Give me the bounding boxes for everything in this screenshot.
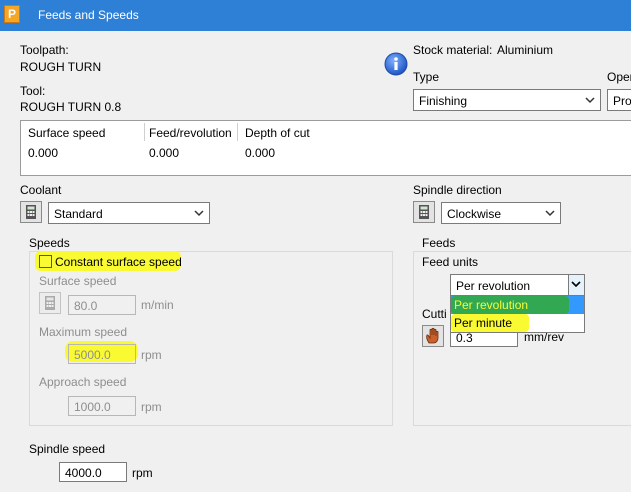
window-title: Feeds and Speeds: [38, 8, 139, 22]
surface-speed-calculator-button: [39, 292, 61, 314]
calculator-icon: [26, 205, 36, 219]
app-icon: P: [4, 5, 20, 23]
spindle-direction-select[interactable]: Clockwise: [441, 202, 561, 224]
maximum-speed-input: 5000.0: [68, 344, 136, 364]
approach-speed-label: Approach speed: [39, 375, 127, 389]
dropdown-button[interactable]: [568, 275, 584, 295]
spindle-direction-label: Spindle direction: [413, 183, 502, 197]
surface-speed-input: 80.0: [68, 295, 136, 315]
coolant-calculator-button[interactable]: [20, 201, 42, 223]
speeds-title: Speeds: [29, 236, 70, 250]
operation-select-value: Prof: [613, 94, 631, 108]
feed-units-select[interactable]: Per revolution: [450, 274, 585, 296]
title-bar[interactable]: P Feeds and Speeds: [0, 0, 631, 31]
table-header: Surface speed: [28, 126, 106, 140]
operation-label: Oper: [607, 70, 631, 84]
stock-material-label: Stock material:: [413, 43, 493, 57]
spindle-speed-label: Spindle speed: [29, 442, 106, 456]
constant-surface-speed-checkbox[interactable]: [39, 255, 52, 268]
feed-units-value: Per revolution: [456, 279, 531, 293]
approach-speed-input: 1000.0: [68, 396, 136, 416]
coolant-select[interactable]: Standard: [48, 202, 210, 224]
surface-speed-unit: m/min: [141, 298, 174, 312]
feed-units-label: Feed units: [422, 255, 479, 269]
feeds-title: Feeds: [422, 236, 456, 250]
calculator-icon: [419, 205, 429, 219]
table-cell[interactable]: 0.000: [245, 146, 275, 160]
approach-speed-unit: rpm: [141, 400, 162, 414]
constant-surface-speed-label[interactable]: Constant surface speed: [55, 255, 182, 269]
option-label: Per revolution: [454, 298, 529, 312]
coolant-select-value: Standard: [54, 207, 103, 221]
option-label: Per minute: [454, 316, 513, 330]
table-cell[interactable]: 0.000: [149, 146, 179, 160]
cutting-feed-button[interactable]: [422, 325, 444, 347]
cutting-feed-label: Cutti: [422, 307, 447, 321]
coolant-label: Coolant: [20, 183, 62, 197]
toolpath-label: Toolpath:: [20, 43, 69, 57]
maximum-speed-label: Maximum speed: [39, 325, 128, 339]
info-icon: [384, 52, 408, 76]
spindle-direction-calculator-button[interactable]: [413, 201, 435, 223]
chevron-down-icon: [571, 281, 581, 288]
table-header: Depth of cut: [245, 126, 310, 140]
dropdown-option-per-minute[interactable]: Per minute: [451, 314, 584, 332]
type-select[interactable]: Finishing: [413, 89, 601, 111]
spindle-speed-unit: rpm: [132, 466, 153, 480]
toolpath-value: ROUGH TURN: [20, 60, 102, 74]
spindle-direction-value: Clockwise: [447, 207, 502, 221]
surface-speed-label: Surface speed: [39, 274, 117, 288]
type-label: Type: [413, 70, 440, 84]
hand-icon: [426, 327, 439, 344]
tool-label: Tool:: [20, 84, 46, 98]
dropdown-option-per-revolution[interactable]: Per revolution: [451, 296, 584, 314]
tool-value: ROUGH TURN 0.8: [20, 100, 122, 114]
spindle-speed-input[interactable]: 4000.0: [59, 462, 127, 482]
table-cell[interactable]: 0.000: [28, 146, 58, 160]
chevron-down-icon: [545, 210, 555, 217]
chevron-down-icon: [585, 97, 595, 104]
operation-select[interactable]: Prof: [607, 89, 631, 111]
chevron-down-icon: [194, 210, 204, 217]
maximum-speed-unit: rpm: [141, 348, 162, 362]
type-select-value: Finishing: [419, 94, 468, 108]
cut-data-table: Surface speed Feed/revolution Depth of c…: [20, 120, 631, 176]
calculator-icon: [45, 296, 55, 310]
table-header: Feed/revolution: [149, 126, 232, 140]
stock-material-value: Aluminium: [497, 43, 554, 57]
